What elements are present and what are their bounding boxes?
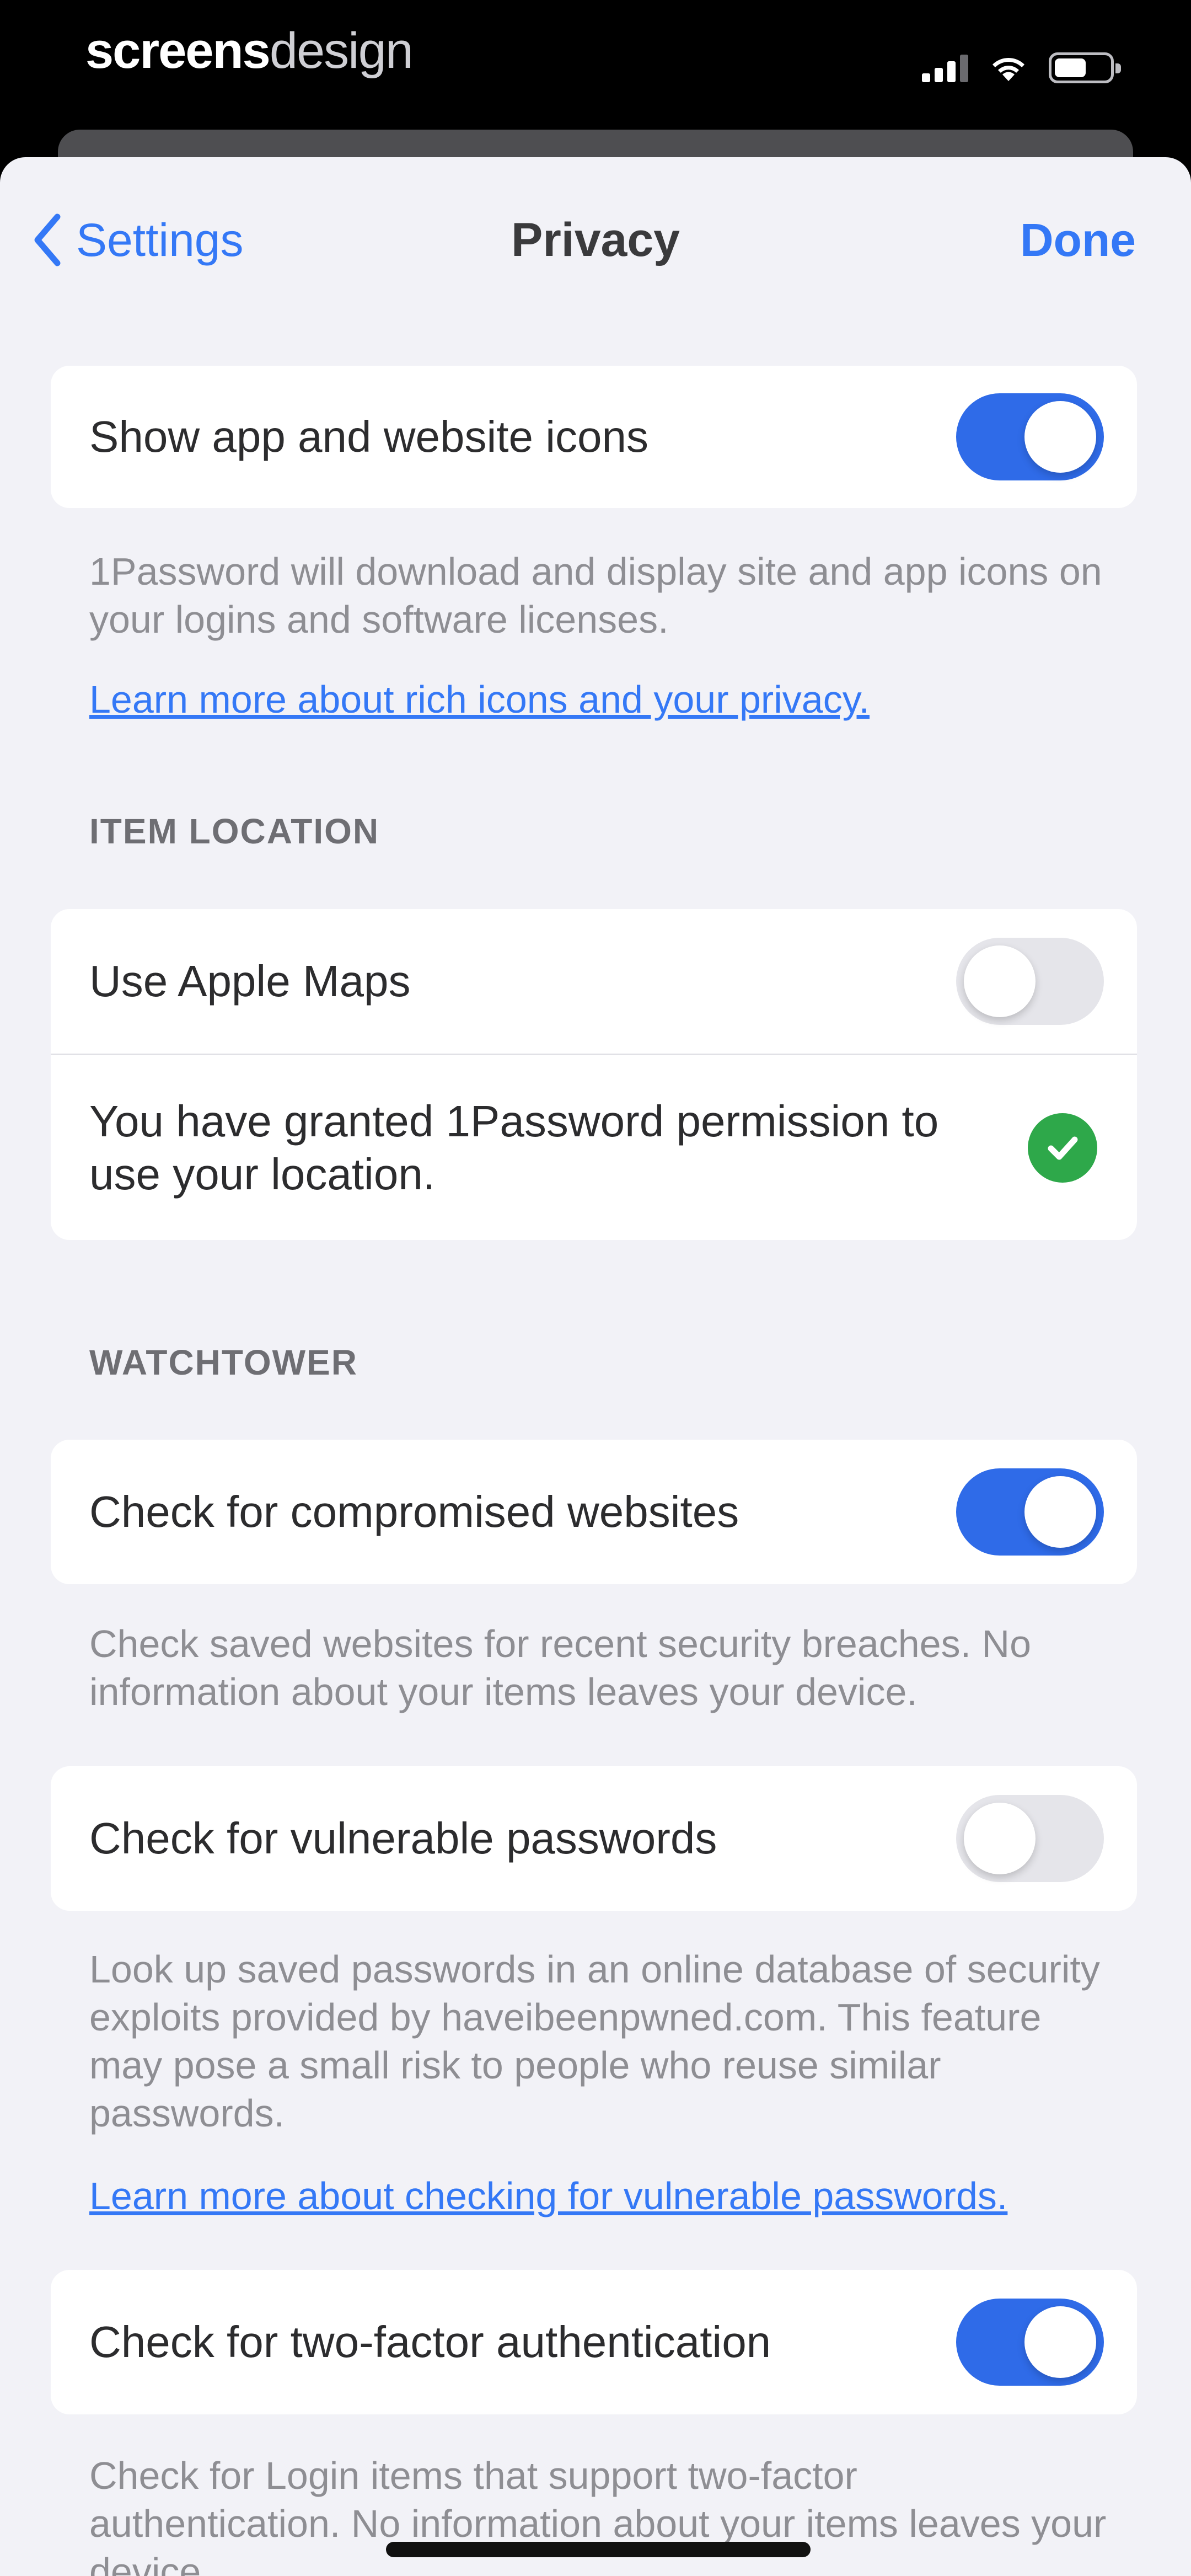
battery-icon <box>1049 52 1121 83</box>
compromised-websites-footer: Check saved websites for recent security… <box>89 1622 1031 1713</box>
compromised-websites-toggle[interactable] <box>956 1468 1104 1556</box>
watchtower-header: WATCHTOWER <box>89 1343 358 1382</box>
two-factor-row: Check for two-factor authentication <box>51 2270 1137 2414</box>
brand-bold-text: screens <box>85 23 271 79</box>
vulnerable-passwords-toggle[interactable] <box>956 1795 1104 1882</box>
two-factor-card: Check for two-factor authentication <box>51 2270 1137 2414</box>
done-button[interactable]: Done <box>1020 207 1136 273</box>
privacy-sheet: Settings Privacy Done Show app and websi… <box>0 157 1191 2576</box>
vulnerable-passwords-card: Check for vulnerable passwords <box>51 1766 1137 1911</box>
checkmark-circle-icon <box>1028 1113 1097 1183</box>
two-factor-toggle[interactable] <box>956 2299 1104 2386</box>
apple-maps-toggle[interactable] <box>956 938 1104 1025</box>
rich-icons-privacy-link[interactable]: Learn more about rich icons and your pri… <box>89 676 870 724</box>
item-location-card: Use Apple Maps You have granted 1Passwor… <box>51 909 1137 1240</box>
apple-maps-label: Use Apple Maps <box>89 956 411 1006</box>
show-icons-toggle[interactable] <box>956 393 1104 480</box>
navigation-bar: Settings Privacy Done <box>0 157 1191 317</box>
cellular-signal-icon <box>922 54 968 82</box>
chevron-left-icon <box>34 213 61 266</box>
vulnerable-passwords-row: Check for vulnerable passwords <box>51 1766 1137 1911</box>
home-indicator[interactable] <box>386 2542 811 2557</box>
location-permission-row: You have granted 1Password permission to… <box>51 1054 1137 1240</box>
two-factor-footer: Check for Login items that support two-f… <box>89 2454 1107 2576</box>
icons-card: Show app and website icons <box>51 366 1137 508</box>
brand-light-text: design <box>269 23 414 79</box>
apple-maps-row: Use Apple Maps <box>51 909 1137 1054</box>
two-factor-label: Check for two-factor authentication <box>89 2317 771 2366</box>
back-button[interactable]: Settings <box>33 207 244 273</box>
compromised-websites-card: Check for compromised websites <box>51 1440 1137 1584</box>
icons-footer-text: 1Password will download and display site… <box>89 550 1102 641</box>
wifi-icon <box>989 54 1028 82</box>
compromised-websites-row: Check for compromised websites <box>51 1440 1137 1584</box>
vulnerable-passwords-footer: Look up saved passwords in an online dat… <box>89 1948 1100 2135</box>
show-icons-label: Show app and website icons <box>89 412 648 461</box>
back-button-label: Settings <box>76 213 244 266</box>
item-location-header: ITEM LOCATION <box>89 811 380 851</box>
location-permission-text: You have granted 1Password permission to… <box>89 1096 939 1199</box>
status-bar: screensdesign <box>0 0 1191 127</box>
vulnerable-passwords-label: Check for vulnerable passwords <box>89 1814 717 1863</box>
brand-watermark: screensdesign <box>85 22 414 80</box>
status-icons <box>922 49 1121 87</box>
compromised-websites-label: Check for compromised websites <box>89 1487 739 1536</box>
show-icons-row: Show app and website icons <box>51 366 1137 508</box>
vulnerable-passwords-link[interactable]: Learn more about checking for vulnerable… <box>89 2172 1007 2220</box>
